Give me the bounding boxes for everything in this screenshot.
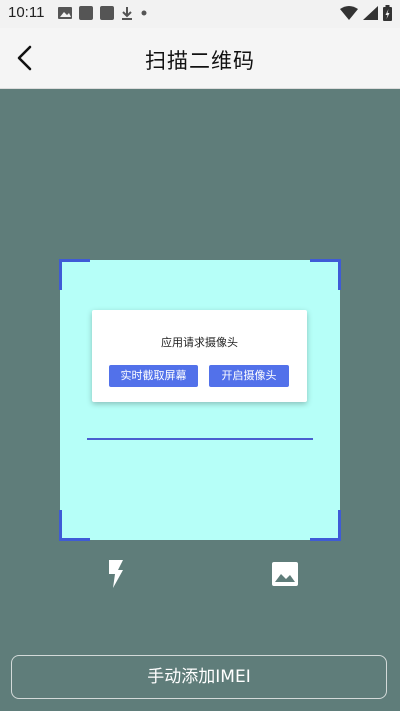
dot-icon	[141, 10, 147, 16]
notification-icons	[58, 6, 148, 20]
scan-corner-top-left	[59, 259, 90, 290]
system-icons	[340, 5, 392, 21]
scan-corner-bottom-right	[310, 510, 341, 541]
manual-add-imei-button[interactable]: 手动添加IMEI	[11, 655, 387, 699]
status-time: 10:11	[8, 4, 45, 21]
open-camera-button[interactable]: 开启摄像头	[209, 365, 289, 387]
app-icon	[100, 6, 114, 20]
gallery-button[interactable]	[270, 560, 300, 588]
scan-corner-top-right	[310, 259, 341, 290]
image-icon	[58, 7, 72, 19]
signal-icon	[363, 6, 378, 20]
status-bar: 10:11	[0, 0, 400, 28]
dialog-message: 应用请求摄像头	[161, 336, 238, 349]
download-icon	[122, 7, 132, 20]
page-title: 扫描二维码	[145, 49, 255, 73]
scan-line	[87, 438, 313, 440]
app-header: 扫描二维码	[0, 28, 400, 89]
flash-icon	[109, 560, 123, 588]
battery-icon	[383, 5, 392, 21]
screen-capture-button[interactable]: 实时截取屏幕	[109, 365, 198, 387]
gallery-icon	[272, 562, 298, 586]
wifi-icon	[340, 6, 358, 20]
camera-permission-dialog: 应用请求摄像头 实时截取屏幕 开启摄像头	[92, 310, 307, 402]
flashlight-button[interactable]	[103, 558, 129, 590]
app-icon	[79, 6, 93, 20]
scan-corner-bottom-left	[59, 510, 90, 541]
